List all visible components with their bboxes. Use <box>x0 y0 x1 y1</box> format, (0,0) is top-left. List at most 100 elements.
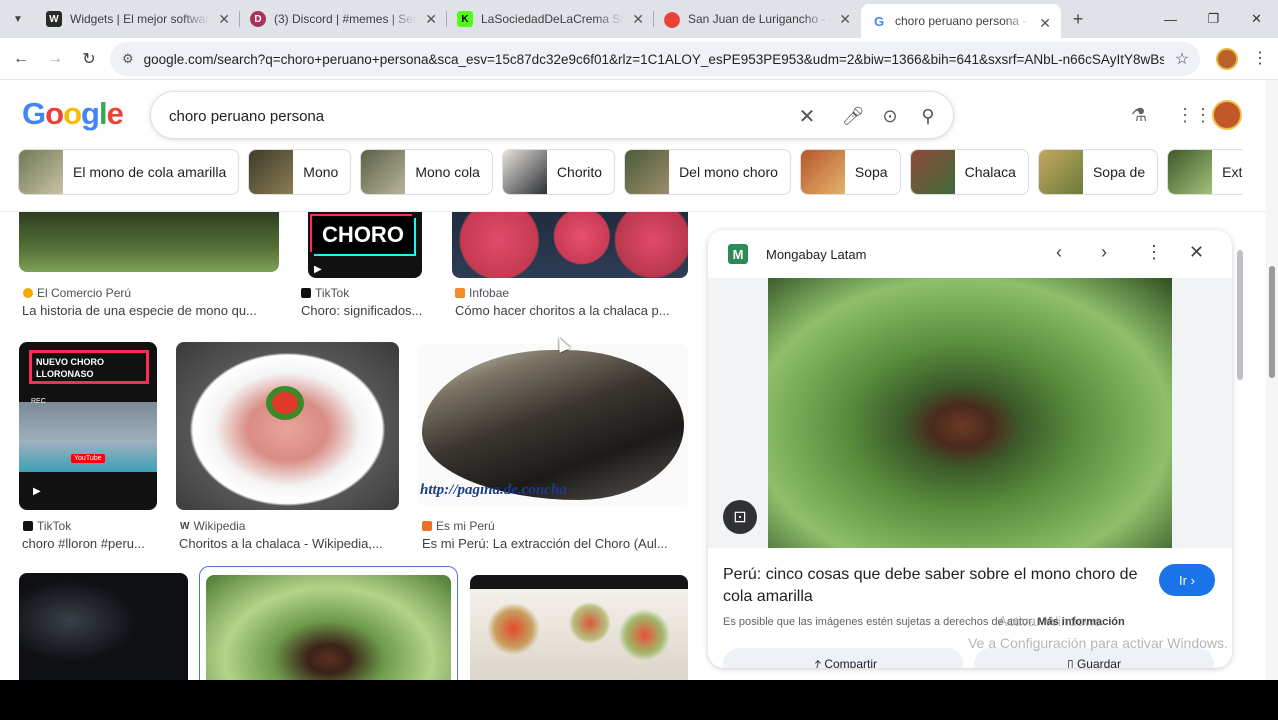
preview-site-name[interactable]: Mongabay Latam <box>766 247 866 262</box>
result-title[interactable]: Choro: significados... <box>301 303 436 318</box>
chip[interactable]: Chorito <box>501 149 616 195</box>
url-text: google.com/search?q=choro+peruano+person… <box>143 51 1164 67</box>
source-icon <box>455 288 465 298</box>
chip-thumbnail <box>800 150 845 194</box>
search-icon[interactable]: ⚲ <box>917 105 939 127</box>
chip-label: Sopa de <box>1092 164 1146 180</box>
page-scroll-thumb[interactable] <box>1269 266 1275 378</box>
chip[interactable]: Mono cola <box>360 149 493 195</box>
chip-thumbnail <box>625 150 670 194</box>
clear-icon[interactable]: ✕ <box>796 105 818 128</box>
mongabay-favicon-icon: M <box>728 244 748 264</box>
close-icon[interactable]: ✕ <box>1189 242 1204 263</box>
kick-favicon-icon: K <box>457 11 473 27</box>
more-options-icon[interactable]: ⋮ <box>1145 242 1163 263</box>
avatar[interactable] <box>1212 100 1242 130</box>
chip[interactable]: Sopa <box>799 149 901 195</box>
close-icon[interactable]: ✕ <box>1039 15 1051 32</box>
wikipedia-icon: W <box>180 520 190 532</box>
share-label: Compartir <box>824 657 878 668</box>
new-tab-icon[interactable]: + <box>1061 9 1095 30</box>
reload-icon[interactable]: ↻ <box>72 49 106 69</box>
result-image[interactable] <box>470 575 688 680</box>
thumb-text: NUEVO CHORO LLORONASO <box>29 350 149 384</box>
tab-search-button[interactable]: ▼ <box>0 0 36 38</box>
result-title[interactable]: choro #lloron #peru... <box>22 536 157 551</box>
tab-maps[interactable]: ⬤ San Juan de Lurigancho - Go ✕ <box>654 0 861 38</box>
extension-icon[interactable] <box>1216 48 1238 70</box>
chip[interactable]: Chalaca <box>909 149 1029 195</box>
source-icon <box>422 521 432 531</box>
result-image[interactable] <box>452 212 688 278</box>
restore-icon[interactable]: ❐ <box>1192 0 1235 38</box>
panel-scrollbar[interactable] <box>1236 230 1244 668</box>
google-header: Google ✕ 🎤︎ ⊙ ⚲ ⚗ ⋮⋮⋮ El mono de cola am… <box>0 80 1278 212</box>
close-icon[interactable]: ✕ <box>425 11 437 28</box>
share-button[interactable]: ⤴ Compartir <box>723 648 963 668</box>
tab-widgets[interactable]: W Widgets | El mejor software ✕ <box>36 0 240 38</box>
result-title[interactable]: Es mi Perú: La extracción del Choro (Aul… <box>422 536 688 551</box>
preview-title[interactable]: Perú: cinco cosas que debe saber sobre e… <box>723 564 1143 608</box>
lens-search-icon[interactable]: ⊡ <box>723 500 757 534</box>
tab-google-search[interactable]: G choro peruano persona - Bu ✕ <box>861 4 1061 38</box>
page-scrollbar[interactable] <box>1266 80 1278 680</box>
result-image[interactable] <box>176 342 399 510</box>
search-input[interactable] <box>169 104 729 128</box>
close-icon[interactable]: ✕ <box>632 11 644 28</box>
chip[interactable]: Exti <box>1167 149 1242 195</box>
result-image[interactable] <box>19 573 188 680</box>
refinement-chips: El mono de cola amarilla Mono Mono cola … <box>18 149 1242 195</box>
search-box: ✕ 🎤︎ ⊙ ⚲ <box>150 91 954 139</box>
close-icon[interactable]: ✕ <box>839 11 851 28</box>
google-logo[interactable]: Google <box>22 96 124 132</box>
labs-flask-icon[interactable]: ⚗ <box>1131 105 1147 126</box>
tab-title: San Juan de Lurigancho - Go <box>688 12 831 26</box>
result-source: TikTok <box>301 286 349 300</box>
lens-icon[interactable]: ⊙ <box>879 105 901 127</box>
result-source: W Wikipedia <box>180 519 245 533</box>
tab-kick[interactable]: K LaSociedadDeLaCrema Strea ✕ <box>447 0 654 38</box>
minimize-icon[interactable]: — <box>1149 0 1192 38</box>
microphone-icon[interactable]: 🎤︎ <box>842 105 865 127</box>
result-image[interactable]: CHORO ▶ <box>308 212 422 278</box>
maps-pin-icon: ⬤ <box>663 11 681 28</box>
visit-button[interactable]: Ir › <box>1159 564 1215 596</box>
result-title[interactable]: La historia de una especie de mono qu... <box>22 303 282 318</box>
result-image-selected[interactable] <box>206 575 451 680</box>
previous-chevron-icon[interactable]: ‹ <box>1056 242 1062 263</box>
tab-title: Widgets | El mejor software <box>70 12 210 26</box>
next-chevron-icon[interactable]: › <box>1101 242 1107 263</box>
address-bar[interactable]: ⚙ google.com/search?q=choro+peruano+pers… <box>110 42 1200 76</box>
chip[interactable]: Sopa de <box>1037 149 1159 195</box>
thumb-watermark: http://pagina.de.concha <box>420 482 567 498</box>
window-close-icon[interactable]: ✕ <box>1235 0 1278 38</box>
result-image[interactable] <box>19 212 279 272</box>
panel-scroll-thumb[interactable] <box>1237 250 1243 380</box>
chip[interactable]: Mono <box>248 149 352 195</box>
result-source: TikTok <box>23 519 71 533</box>
chip[interactable]: El mono de cola amarilla <box>18 149 240 195</box>
site-info-icon[interactable]: ⚙ <box>122 51 134 67</box>
source-name: Wikipedia <box>193 519 246 533</box>
close-icon[interactable]: ✕ <box>218 11 230 28</box>
chip-thumbnail <box>19 150 63 194</box>
result-image[interactable]: http://pagina.de.concha <box>418 344 688 506</box>
visit-button-label: Ir <box>1179 572 1187 588</box>
chip-label: Del mono choro <box>679 164 778 180</box>
image-results: CHORO ▶ El Comercio Perú La historia de … <box>0 212 700 680</box>
source-name: Es mi Perú <box>436 519 495 533</box>
browser-menu-icon[interactable]: ⋮ <box>1252 48 1268 68</box>
chip-label: Mono <box>303 164 339 180</box>
tab-discord[interactable]: D (3) Discord | #memes | Servi ✕ <box>240 0 447 38</box>
preview-image[interactable] <box>768 278 1172 548</box>
source-name: Infobae <box>469 286 510 300</box>
bookmark-star-icon[interactable]: ☆ <box>1164 49 1200 69</box>
chip[interactable]: Del mono choro <box>624 149 791 195</box>
result-image[interactable]: NUEVO CHORO LLORONASO REC YouTube ▶ <box>19 342 157 510</box>
result-title[interactable]: Choritos a la chalaca - Wikipedia,... <box>179 536 399 551</box>
chip-label: Mono cola <box>415 164 480 180</box>
result-title[interactable]: Cómo hacer choritos a la chalaca p... <box>455 303 685 318</box>
forward-arrow-icon[interactable]: → <box>38 50 72 68</box>
back-arrow-icon[interactable]: ← <box>4 50 38 68</box>
preview-panel: M Mongabay Latam ‹ › ⋮ ✕ ⊡ Perú: cinco c… <box>708 230 1232 668</box>
